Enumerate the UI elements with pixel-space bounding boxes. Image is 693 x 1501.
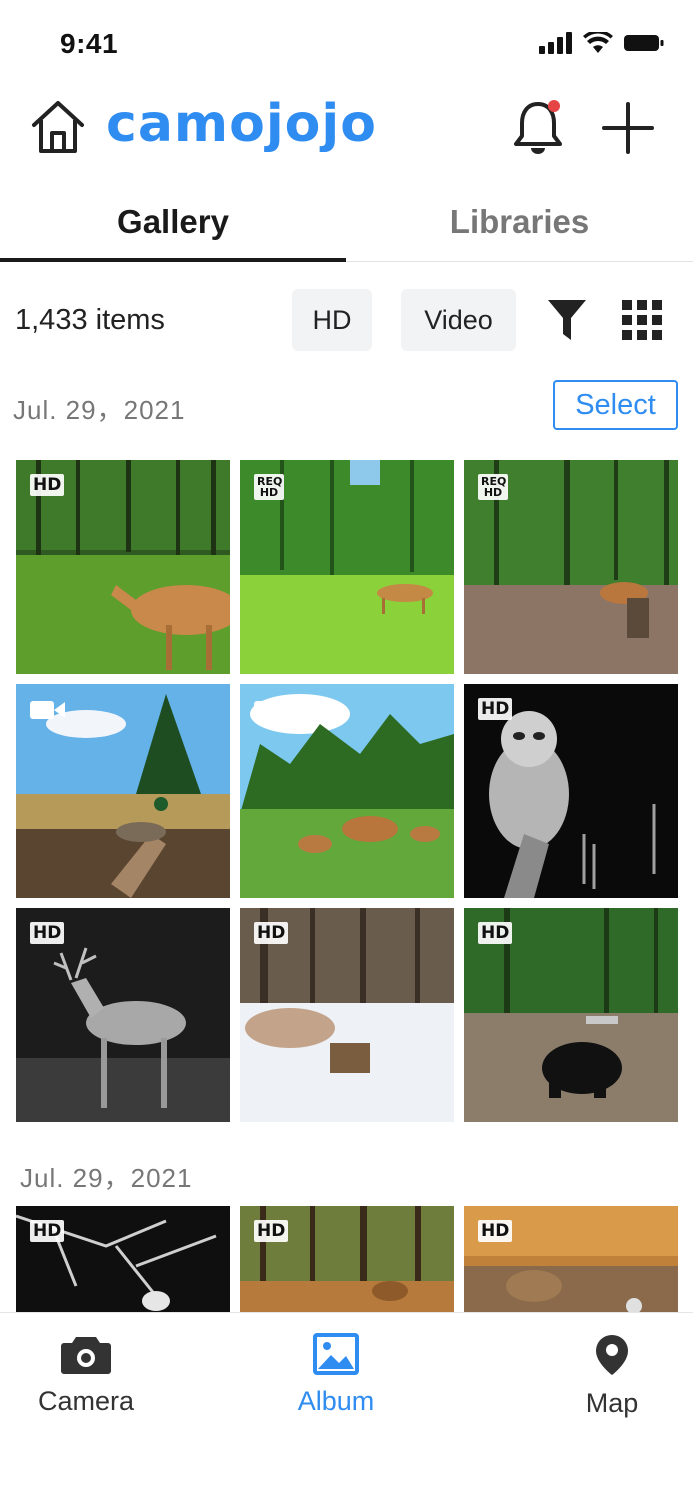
gallery-thumbnail[interactable]: HD [464, 908, 678, 1122]
battery-icon [624, 35, 664, 51]
tab-active-indicator [0, 258, 346, 262]
add-button[interactable] [600, 100, 656, 156]
wifi-icon [583, 32, 613, 53]
gallery-thumbnail[interactable]: REQ HD [464, 460, 678, 674]
grid-icon [622, 300, 662, 340]
hd-badge: HD [30, 1220, 65, 1242]
filter-chip-video[interactable]: Video [401, 289, 516, 351]
nav-album-label: Album [297, 1386, 375, 1416]
items-count: 1,433 items [15, 304, 165, 336]
gallery-thumbnail[interactable]: HD [464, 684, 678, 898]
hd-badge: HD [254, 922, 289, 944]
section-date: Jul. 29，2021 [20, 1163, 193, 1193]
video-badge-icon [30, 701, 65, 719]
gallery-thumbnail[interactable]: REQ HD [240, 460, 454, 674]
video-badge-icon [254, 701, 289, 719]
nav-camera[interactable]: Camera [6, 1333, 166, 1417]
req-hd-badge: REQ HD [254, 474, 284, 500]
tab-gallery[interactable]: Gallery [0, 198, 346, 248]
section-date: Jul. 29，2021 [13, 395, 186, 425]
gallery-thumbnail[interactable]: HD [464, 1206, 678, 1312]
gallery-thumbnail[interactable]: HD [240, 908, 454, 1122]
hd-badge: HD [30, 474, 65, 496]
gallery-thumbnail[interactable]: HD [16, 908, 230, 1122]
hd-badge: HD [478, 922, 513, 944]
nav-map[interactable]: Map [532, 1333, 692, 1419]
funnel-icon [548, 300, 586, 340]
gallery-thumbnail[interactable]: HD [240, 1206, 454, 1312]
gallery-thumbnail[interactable]: HD [16, 460, 230, 674]
app-logo: camojojo [106, 94, 377, 154]
nav-album[interactable]: Album [256, 1333, 416, 1417]
nav-camera-label: Camera [37, 1386, 135, 1416]
filter-button[interactable] [546, 298, 588, 342]
map-pin-icon [596, 1335, 628, 1375]
filter-chip-hd[interactable]: HD [292, 289, 372, 351]
select-button[interactable]: Select [553, 380, 678, 430]
status-time: 9:41 [60, 28, 119, 59]
cellular-signal-icon [539, 32, 572, 54]
gallery-thumbnail[interactable] [240, 684, 454, 898]
hd-badge: HD [254, 1220, 289, 1242]
home-button[interactable] [30, 98, 86, 156]
plus-icon [602, 102, 654, 154]
grid-view-button[interactable] [622, 300, 662, 340]
hd-badge: HD [478, 698, 513, 720]
req-hd-badge: REQ HD [478, 474, 508, 500]
hd-badge: HD [30, 922, 65, 944]
gallery-thumbnail[interactable]: HD [16, 1206, 230, 1312]
status-icons [539, 32, 665, 54]
gallery-thumbnail[interactable] [16, 684, 230, 898]
home-icon [32, 101, 84, 153]
camera-icon [61, 1337, 111, 1374]
notification-dot [548, 100, 560, 112]
nav-map-label: Map [585, 1388, 639, 1418]
hd-badge: HD [478, 1220, 513, 1242]
album-icon [313, 1333, 359, 1375]
tab-libraries[interactable]: Libraries [346, 198, 693, 248]
notifications-button[interactable] [510, 98, 566, 156]
bottom-navigation: Camera Album Map [0, 1312, 693, 1501]
